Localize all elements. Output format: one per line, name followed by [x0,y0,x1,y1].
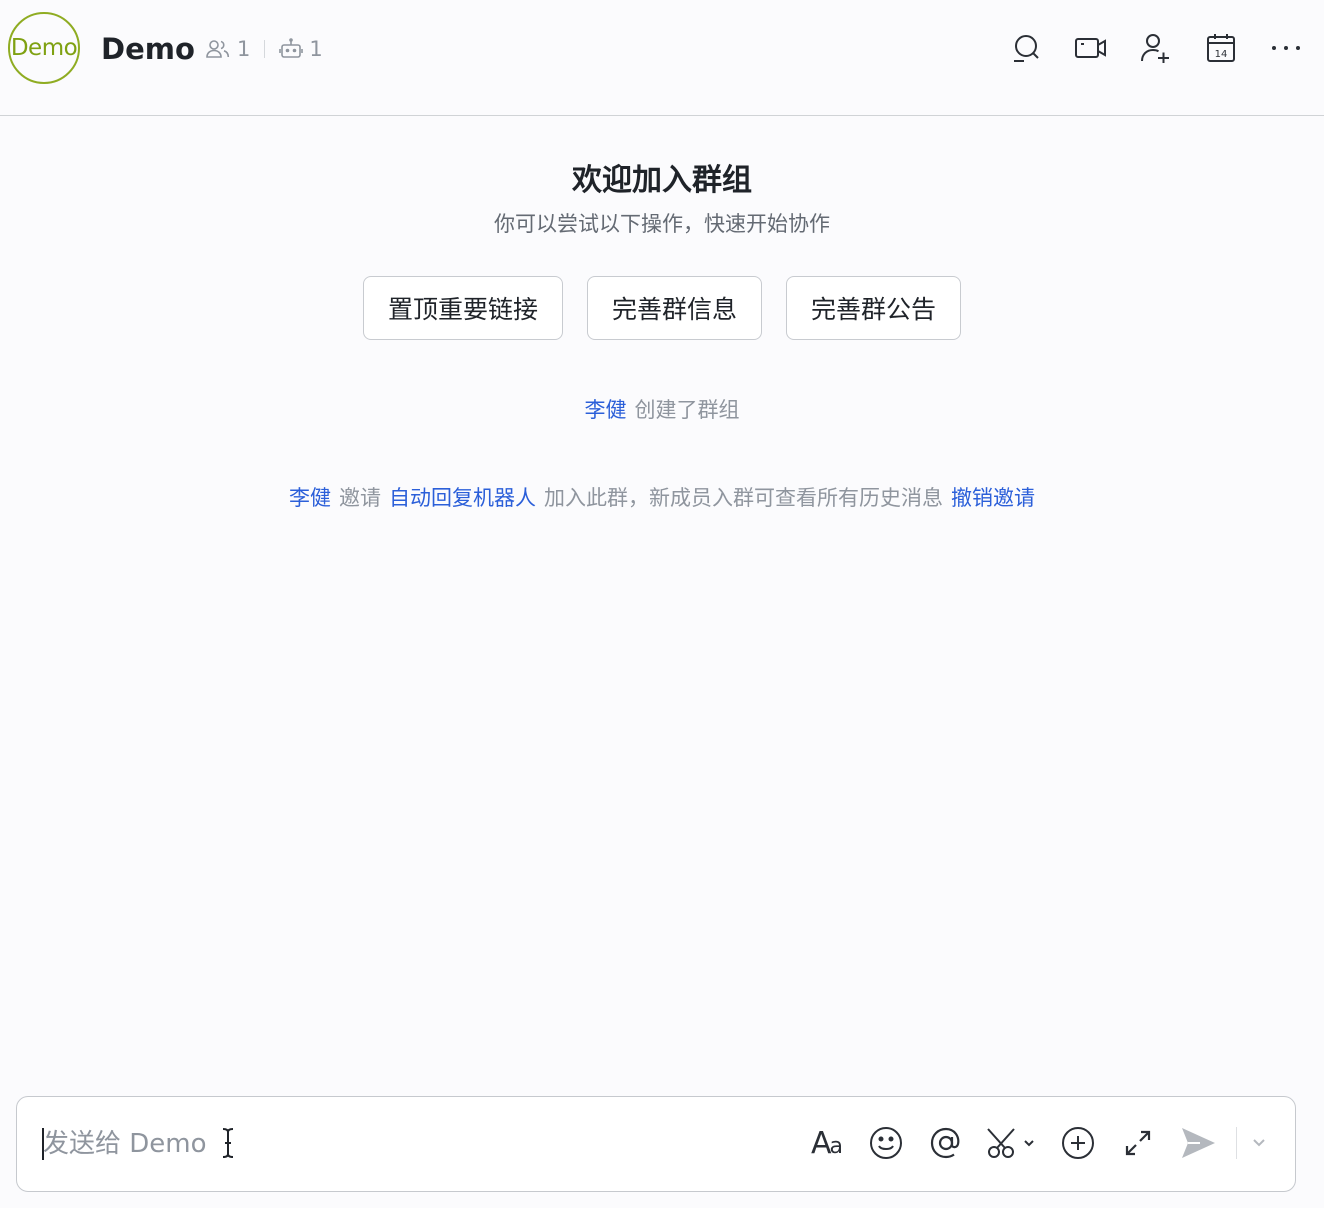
send-icon[interactable] [1178,1123,1218,1163]
meta-divider [264,40,266,58]
bot-icon[interactable] [279,38,304,60]
system-text: 加入此群，新成员入群可查看所有历史消息 [544,486,943,510]
chevron-down-icon [1024,1140,1034,1147]
emoji-icon[interactable] [866,1123,906,1163]
video-icon[interactable] [1073,30,1109,66]
welcome-panel: 欢迎加入群组 你可以尝试以下操作，快速开始协作 [0,158,1324,244]
quick-actions: 置顶重要链接 完善群信息 完善群公告 [0,276,1324,340]
system-text: 邀请 [339,486,381,510]
pin-links-button[interactable]: 置顶重要链接 [362,276,563,340]
composer-toolbar: Aa [806,1123,1273,1163]
calendar-icon[interactable]: 14 [1203,30,1239,66]
header-toolbar: 14 [979,30,1304,66]
mention-icon[interactable] [926,1123,966,1163]
group-avatar[interactable]: Demo [8,12,80,84]
bot-link[interactable]: 自动回复机器人 [389,486,536,510]
ibeam-cursor-icon [222,1128,234,1158]
format-text-icon[interactable]: Aa [806,1123,846,1163]
add-member-icon[interactable] [1138,30,1174,66]
complete-announcement-button[interactable]: 完善群公告 [786,276,962,340]
search-icon[interactable] [1008,30,1044,66]
group-meta: 1 1 [205,35,323,63]
expand-icon[interactable] [1118,1123,1158,1163]
user-link[interactable]: 李健 [585,398,627,422]
message-composer: Aa [16,1096,1296,1192]
send-options-chevron-icon[interactable] [1245,1123,1273,1163]
calendar-day: 14 [1215,49,1228,60]
welcome-title: 欢迎加入群组 [572,163,752,198]
system-message-invited: 李健 邀请 自动回复机器人 加入此群，新成员入群可查看所有历史消息 撤销邀请 [0,482,1324,512]
welcome-subtitle: 你可以尝试以下操作，快速开始协作 [494,212,830,236]
member-count[interactable]: 1 [237,37,250,61]
user-link[interactable]: 李健 [289,486,331,510]
system-message-created: 李健 创建了群组 [0,394,1324,424]
message-input[interactable] [43,1121,743,1167]
add-circle-icon[interactable] [1058,1123,1098,1163]
screenshot-icon[interactable] [986,1123,1038,1163]
system-text: 创建了群组 [634,398,740,422]
revoke-invite-link[interactable]: 撤销邀请 [951,486,1035,510]
chat-header: Demo Demo 1 1 14 [0,0,1324,116]
members-icon[interactable] [205,38,231,60]
send-divider [1236,1127,1237,1159]
more-icon[interactable] [1268,30,1304,66]
group-title[interactable]: Demo [101,30,195,68]
complete-group-info-button[interactable]: 完善群信息 [586,276,762,340]
bot-count[interactable]: 1 [309,37,322,61]
